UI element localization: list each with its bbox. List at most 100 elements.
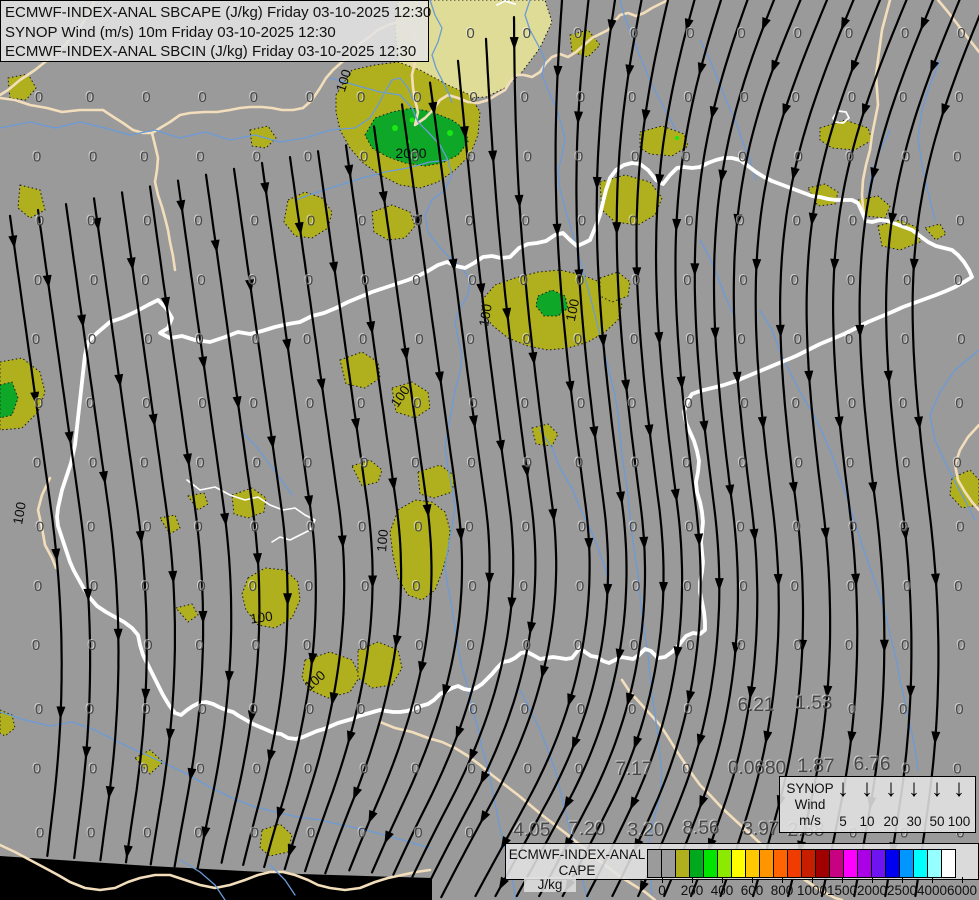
cape-color-cell bbox=[689, 849, 704, 878]
svg-text:0: 0 bbox=[901, 25, 909, 42]
svg-text:0: 0 bbox=[683, 578, 691, 595]
svg-text:0: 0 bbox=[33, 148, 41, 165]
svg-text:0: 0 bbox=[740, 395, 748, 412]
svg-text:0: 0 bbox=[954, 578, 962, 595]
svg-text:0: 0 bbox=[305, 578, 313, 595]
svg-text:4.05: 4.05 bbox=[514, 820, 551, 841]
svg-text:0: 0 bbox=[683, 272, 691, 289]
svg-text:0: 0 bbox=[195, 637, 203, 654]
svg-text:0: 0 bbox=[737, 25, 745, 42]
cape-color-cell bbox=[675, 849, 690, 878]
svg-text:0: 0 bbox=[34, 578, 42, 595]
wind-legend-source: SYNOP bbox=[786, 781, 834, 796]
svg-text:0: 0 bbox=[198, 395, 206, 412]
svg-text:0: 0 bbox=[848, 395, 856, 412]
svg-text:0: 0 bbox=[87, 213, 95, 230]
svg-text:0: 0 bbox=[521, 701, 529, 718]
svg-text:0: 0 bbox=[196, 760, 204, 777]
svg-text:0: 0 bbox=[578, 519, 586, 536]
title-line-sbcin: ECMWF-INDEX-ANAL SBCIN (J/kg) Friday 03-… bbox=[5, 42, 428, 62]
cape-tick-label: 6000 bbox=[940, 883, 979, 898]
svg-text:0: 0 bbox=[523, 637, 531, 654]
svg-text:0: 0 bbox=[194, 825, 202, 842]
svg-text:0: 0 bbox=[900, 213, 908, 230]
svg-text:0: 0 bbox=[739, 578, 747, 595]
svg-text:0: 0 bbox=[358, 213, 366, 230]
cape-color-cell bbox=[941, 849, 956, 878]
svg-text:0: 0 bbox=[576, 578, 584, 595]
cape-color-cell bbox=[815, 849, 830, 878]
svg-text:0: 0 bbox=[198, 89, 206, 106]
svg-text:0: 0 bbox=[32, 331, 40, 348]
svg-text:0: 0 bbox=[251, 519, 259, 536]
svg-text:0: 0 bbox=[361, 578, 369, 595]
cape-legend-variable: CAPE bbox=[506, 863, 648, 878]
svg-text:0: 0 bbox=[899, 89, 907, 106]
svg-text:0: 0 bbox=[849, 519, 857, 536]
svg-text:0: 0 bbox=[953, 454, 961, 471]
svg-text:0: 0 bbox=[465, 213, 473, 230]
svg-text:0: 0 bbox=[523, 331, 531, 348]
cape-color-cell bbox=[871, 849, 886, 878]
svg-text:0: 0 bbox=[469, 395, 477, 412]
svg-text:0: 0 bbox=[630, 331, 638, 348]
wind-arrow-icon: ↓ bbox=[904, 775, 924, 803]
svg-text:0: 0 bbox=[901, 637, 909, 654]
cape-legend-name: ECMWF-INDEX-ANAL bbox=[506, 847, 648, 862]
svg-text:0: 0 bbox=[307, 825, 315, 842]
svg-text:0: 0 bbox=[520, 272, 528, 289]
svg-text:0: 0 bbox=[684, 395, 692, 412]
svg-text:0: 0 bbox=[89, 148, 97, 165]
svg-text:0: 0 bbox=[795, 454, 803, 471]
svg-text:0: 0 bbox=[794, 331, 802, 348]
svg-text:0: 0 bbox=[197, 272, 205, 289]
svg-text:0: 0 bbox=[250, 89, 258, 106]
svg-text:0: 0 bbox=[305, 272, 313, 289]
wind-speed-label: 5 bbox=[830, 814, 856, 829]
svg-text:0: 0 bbox=[685, 519, 693, 536]
svg-text:0: 0 bbox=[575, 148, 583, 165]
wind-legend-variable: Wind bbox=[786, 797, 834, 812]
svg-text:0: 0 bbox=[413, 395, 421, 412]
svg-text:0: 0 bbox=[142, 395, 150, 412]
svg-text:0: 0 bbox=[848, 701, 856, 718]
svg-text:0: 0 bbox=[632, 272, 640, 289]
svg-text:0: 0 bbox=[89, 454, 97, 471]
svg-text:0.0680: 0.0680 bbox=[728, 758, 786, 779]
svg-text:0: 0 bbox=[521, 89, 529, 106]
svg-text:0: 0 bbox=[902, 454, 910, 471]
svg-text:100: 100 bbox=[249, 609, 273, 627]
weather-map-screen: 1002000100100100100100100100 00000000000… bbox=[0, 0, 979, 900]
svg-text:0: 0 bbox=[631, 454, 639, 471]
svg-text:0: 0 bbox=[846, 148, 854, 165]
svg-text:0: 0 bbox=[685, 213, 693, 230]
cape-color-cell bbox=[829, 849, 844, 878]
title-box: ECMWF-INDEX-ANAL SBCAPE (J/kg) Friday 03… bbox=[0, 0, 429, 62]
svg-text:7.20: 7.20 bbox=[569, 819, 606, 840]
svg-text:0: 0 bbox=[142, 701, 150, 718]
svg-text:7.17: 7.17 bbox=[616, 759, 653, 780]
svg-text:0: 0 bbox=[737, 331, 745, 348]
svg-text:0: 0 bbox=[467, 148, 475, 165]
svg-text:0: 0 bbox=[468, 578, 476, 595]
svg-text:0: 0 bbox=[198, 701, 206, 718]
svg-text:0: 0 bbox=[847, 272, 855, 289]
svg-text:0: 0 bbox=[740, 89, 748, 106]
svg-text:0: 0 bbox=[955, 701, 963, 718]
svg-text:3.97: 3.97 bbox=[743, 819, 780, 840]
wind-arrow-icon: ↓ bbox=[949, 775, 969, 803]
wind-speed-label: 10 bbox=[854, 814, 880, 829]
svg-text:0: 0 bbox=[196, 148, 204, 165]
svg-text:0: 0 bbox=[307, 213, 315, 230]
svg-text:0: 0 bbox=[575, 454, 583, 471]
svg-text:0: 0 bbox=[899, 395, 907, 412]
svg-text:0: 0 bbox=[957, 331, 965, 348]
svg-text:0: 0 bbox=[140, 454, 148, 471]
svg-text:0: 0 bbox=[682, 148, 690, 165]
svg-text:0: 0 bbox=[412, 272, 420, 289]
map-canvas: 1002000100100100100100100100 00000000000… bbox=[0, 0, 979, 900]
cape-color-cell bbox=[899, 849, 914, 878]
svg-text:0: 0 bbox=[954, 272, 962, 289]
svg-text:0: 0 bbox=[632, 578, 640, 595]
svg-text:0: 0 bbox=[738, 454, 746, 471]
